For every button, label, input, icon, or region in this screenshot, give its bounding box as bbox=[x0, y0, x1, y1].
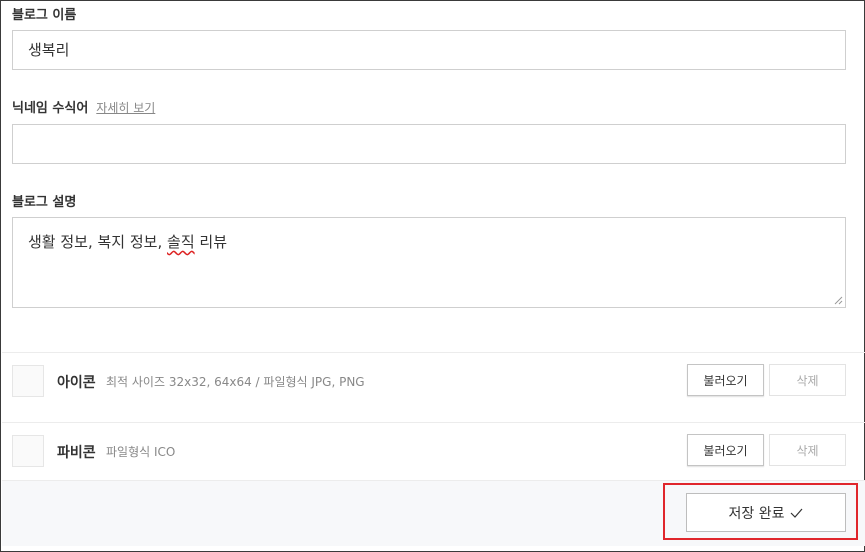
description-text-before: 생활 정보, 복지 정보, bbox=[28, 233, 168, 251]
favicon-row-description: 파일형식 ICO bbox=[106, 445, 176, 459]
icon-row-title: 아이콘 bbox=[57, 375, 96, 391]
nickname-suffix-label: 닉네임 수식어 자세히 보기 bbox=[12, 97, 155, 116]
blog-description-label: 블로그 설명 bbox=[12, 195, 77, 210]
favicon-row: 파비콘 파일형식 ICO 불러오기 삭제 bbox=[2, 422, 865, 480]
save-button-label: 저장 완료 bbox=[728, 505, 785, 522]
blog-name-label: 블로그 이름 bbox=[12, 8, 77, 23]
favicon-delete-button[interactable]: 삭제 bbox=[769, 434, 846, 466]
icon-delete-button[interactable]: 삭제 bbox=[769, 364, 846, 396]
icon-thumbnail bbox=[12, 365, 44, 397]
favicon-thumbnail bbox=[12, 435, 44, 467]
check-icon bbox=[791, 508, 803, 518]
description-misspelled-word: 솔직 bbox=[167, 233, 195, 251]
blog-description-textarea[interactable]: 생활 정보, 복지 정보, 솔직 리뷰 bbox=[12, 217, 846, 308]
nickname-suffix-input[interactable] bbox=[12, 124, 846, 164]
save-complete-button[interactable]: 저장 완료 bbox=[686, 493, 846, 532]
favicon-row-title: 파비콘 bbox=[57, 445, 96, 461]
nickname-help-link[interactable]: 자세히 보기 bbox=[96, 101, 155, 115]
icon-load-button[interactable]: 불러오기 bbox=[687, 364, 764, 396]
blog-settings-panel: 블로그 이름 생복리 닉네임 수식어 자세히 보기 블로그 설명 생활 정보, 복… bbox=[0, 0, 865, 552]
resize-grip-icon[interactable] bbox=[833, 295, 843, 305]
icon-row-description: 최적 사이즈 32x32, 64x64 / 파일형식 JPG, PNG bbox=[106, 375, 365, 389]
nickname-suffix-label-text: 닉네임 수식어 bbox=[12, 101, 89, 116]
blog-name-input[interactable]: 생복리 bbox=[12, 30, 846, 70]
description-text-after: 리뷰 bbox=[194, 233, 227, 251]
icon-row: 아이콘 최적 사이즈 32x32, 64x64 / 파일형식 JPG, PNG … bbox=[2, 352, 865, 410]
blog-name-value: 생복리 bbox=[28, 41, 70, 59]
favicon-load-button[interactable]: 불러오기 bbox=[687, 434, 764, 466]
